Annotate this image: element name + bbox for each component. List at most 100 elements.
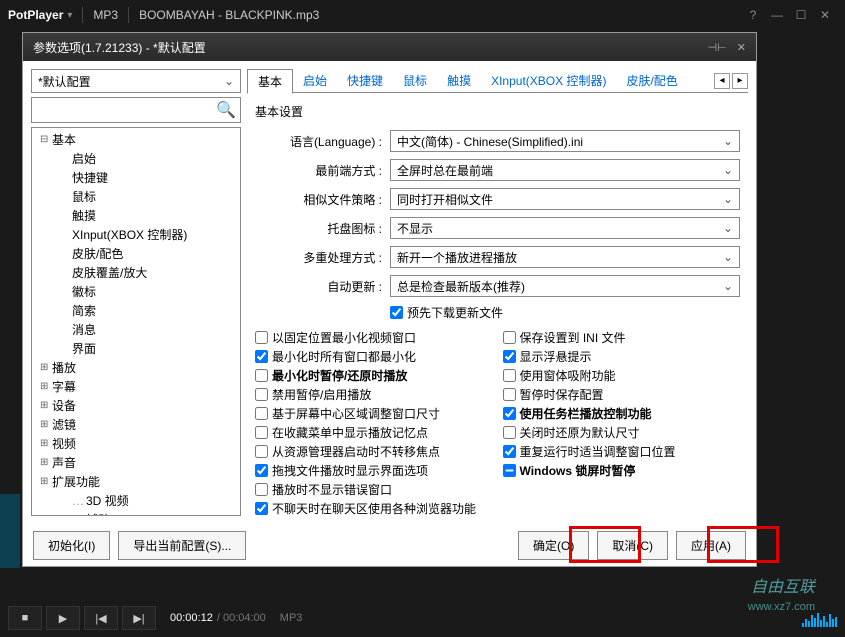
- tree-node[interactable]: 皮肤/配色: [32, 244, 240, 263]
- tree-node[interactable]: 简索: [32, 301, 240, 320]
- category-tree[interactable]: ⊟基本启始快捷键鼠标触摸XInput(XBOX 控制器)皮肤/配色皮肤覆盖/放大…: [31, 127, 241, 516]
- checkbox-item[interactable]: 关闭时还原为默认尺寸: [503, 424, 741, 441]
- checkbox-item[interactable]: 拖拽文件播放时显示界面选项: [255, 462, 493, 479]
- dropdown[interactable]: 同时打开相似文件⌄: [390, 188, 740, 210]
- tree-node[interactable]: …辅助: [32, 510, 240, 516]
- prev-button[interactable]: |◀: [84, 606, 118, 630]
- play-button[interactable]: ▶: [46, 606, 80, 630]
- checkbox-item[interactable]: 以固定位置最小化视频窗口: [255, 329, 493, 346]
- checkbox-item[interactable]: 基于屏幕中心区域调整窗口尺寸: [255, 405, 493, 422]
- checkbox-input[interactable]: [503, 350, 516, 363]
- pin-icon[interactable]: ⊣⊢: [708, 41, 727, 54]
- next-button[interactable]: ▶|: [122, 606, 156, 630]
- checkbox-item[interactable]: 显示浮悬提示: [503, 348, 741, 365]
- search-input[interactable]: [36, 103, 216, 117]
- dropdown[interactable]: 中文(简体) - Chinese(Simplified).ini⌄: [390, 130, 740, 152]
- checkbox-input[interactable]: [255, 483, 268, 496]
- checkbox-input[interactable]: [255, 407, 268, 420]
- tree-node[interactable]: 界面: [32, 339, 240, 358]
- tab-0[interactable]: 基本: [247, 69, 293, 94]
- tree-node[interactable]: 启始: [32, 149, 240, 168]
- tree-node[interactable]: 皮肤覆盖/放大: [32, 263, 240, 282]
- tree-node[interactable]: 鼠标: [32, 187, 240, 206]
- checkbox-input[interactable]: [503, 331, 516, 344]
- dropdown[interactable]: 总是检查最新版本(推荐)⌄: [390, 275, 740, 297]
- checkbox-input[interactable]: [255, 369, 268, 382]
- checkbox-input[interactable]: [390, 306, 403, 319]
- checkbox-input[interactable]: [255, 350, 268, 363]
- tree-node[interactable]: XInput(XBOX 控制器): [32, 225, 240, 244]
- expand-icon[interactable]: ⊞: [40, 362, 52, 373]
- checkbox-item[interactable]: 暂停时保存配置: [503, 386, 741, 403]
- cancel-button[interactable]: 取消(C): [597, 531, 668, 560]
- expand-icon[interactable]: ⊟: [40, 134, 52, 145]
- tree-node[interactable]: 徽标: [32, 282, 240, 301]
- checkbox-item[interactable]: 从资源管理器启动时不转移焦点: [255, 443, 493, 460]
- tab-4[interactable]: 触摸: [437, 69, 481, 92]
- initialize-button[interactable]: 初始化(I): [33, 531, 110, 560]
- checkbox-input[interactable]: [503, 445, 516, 458]
- tree-node[interactable]: ⊞声音: [32, 453, 240, 472]
- chevron-down-icon[interactable]: ▾: [67, 10, 72, 21]
- checkbox-item[interactable]: 使用任务栏播放控制功能: [503, 405, 741, 422]
- checkbox-input[interactable]: [503, 464, 516, 477]
- expand-icon[interactable]: ⊞: [40, 457, 52, 468]
- checkbox-input[interactable]: [255, 388, 268, 401]
- checkbox-item[interactable]: 不聊天时在聊天区使用各种浏览器功能: [255, 500, 493, 516]
- dialog-close-icon[interactable]: ✕: [737, 41, 746, 54]
- checkbox-input[interactable]: [255, 445, 268, 458]
- checkbox-item[interactable]: 播放时不显示错误窗口: [255, 481, 493, 498]
- stop-button[interactable]: ■: [8, 606, 42, 630]
- tree-node[interactable]: …3D 视频: [32, 491, 240, 510]
- tab-1[interactable]: 启始: [293, 69, 337, 92]
- checkbox-input[interactable]: [503, 369, 516, 382]
- checkbox-input[interactable]: [255, 464, 268, 477]
- maximize-icon[interactable]: ☐: [789, 8, 813, 22]
- checkbox-item[interactable]: 使用窗体吸附功能: [503, 367, 741, 384]
- tree-node[interactable]: ⊞视频: [32, 434, 240, 453]
- help-icon[interactable]: ?: [741, 8, 765, 22]
- checkbox-input[interactable]: [503, 407, 516, 420]
- checkbox-item[interactable]: 保存设置到 INI 文件: [503, 329, 741, 346]
- expand-icon[interactable]: ⊞: [40, 419, 52, 430]
- tree-node[interactable]: ⊞字幕: [32, 377, 240, 396]
- dropdown[interactable]: 新开一个播放进程播放⌄: [390, 246, 740, 268]
- tree-node[interactable]: 消息: [32, 320, 240, 339]
- checkbox-item[interactable]: 最小化时暂停/还原时播放: [255, 367, 493, 384]
- tree-node[interactable]: ⊟基本: [32, 130, 240, 149]
- pre-download-checkbox[interactable]: 预先下载更新文件: [390, 304, 503, 321]
- tree-node[interactable]: ⊞设备: [32, 396, 240, 415]
- checkbox-input[interactable]: [255, 426, 268, 439]
- tree-node[interactable]: ⊞扩展功能: [32, 472, 240, 491]
- checkbox-input[interactable]: [255, 331, 268, 344]
- tree-node[interactable]: 触摸: [32, 206, 240, 225]
- tab-3[interactable]: 鼠标: [393, 69, 437, 92]
- checkbox-input[interactable]: [503, 388, 516, 401]
- tree-node[interactable]: ⊞滤镜: [32, 415, 240, 434]
- tab-5[interactable]: XInput(XBOX 控制器): [481, 69, 616, 92]
- expand-icon[interactable]: ⊞: [40, 476, 52, 487]
- tab-2[interactable]: 快捷键: [337, 69, 393, 92]
- tab-scroll-right[interactable]: ▸: [732, 73, 748, 89]
- apply-button[interactable]: 应用(A): [676, 531, 746, 560]
- checkbox-item[interactable]: Windows 锁屏时暂停: [503, 462, 741, 479]
- checkbox-item[interactable]: 禁用暂停/启用播放: [255, 386, 493, 403]
- tree-node[interactable]: 快捷键: [32, 168, 240, 187]
- search-icon[interactable]: 🔍: [216, 100, 236, 120]
- ok-button[interactable]: 确定(O): [518, 531, 589, 560]
- checkbox-item[interactable]: 重复运行时适当调整窗口位置: [503, 443, 741, 460]
- dropdown[interactable]: 全屏时总在最前端⌄: [390, 159, 740, 181]
- tree-node[interactable]: ⊞播放: [32, 358, 240, 377]
- tab-scroll-left[interactable]: ◂: [714, 73, 730, 89]
- expand-icon[interactable]: ⊞: [40, 381, 52, 392]
- expand-icon[interactable]: ⊞: [40, 400, 52, 411]
- checkbox-input[interactable]: [255, 502, 268, 515]
- close-icon[interactable]: ✕: [813, 8, 837, 22]
- preset-combo[interactable]: *默认配置 ⌄: [31, 69, 241, 93]
- expand-icon[interactable]: ⊞: [40, 438, 52, 449]
- export-config-button[interactable]: 导出当前配置(S)...: [118, 531, 246, 560]
- minimize-icon[interactable]: —: [765, 8, 789, 22]
- checkbox-input[interactable]: [503, 426, 516, 439]
- tab-6[interactable]: 皮肤/配色: [616, 69, 687, 92]
- checkbox-item[interactable]: 最小化时所有窗口都最小化: [255, 348, 493, 365]
